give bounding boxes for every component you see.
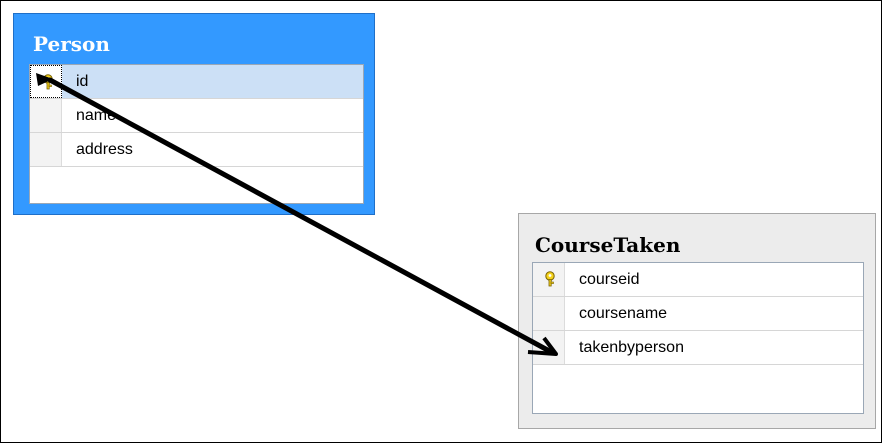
table-coursetaken[interactable]: CourseTaken courseid coursename takenbyp… [518, 213, 876, 429]
column-list: courseid coursename takenbyperson [532, 262, 864, 414]
row-selector[interactable] [30, 133, 62, 166]
row-selector[interactable] [533, 331, 565, 364]
column-name: coursename [579, 304, 668, 322]
column-row-id[interactable]: id [30, 65, 363, 99]
column-row-name[interactable]: name [30, 99, 363, 133]
column-name: takenbyperson [579, 338, 684, 356]
column-name: name [76, 106, 117, 124]
table-person[interactable]: Person id name address [13, 13, 375, 215]
column-name: id [76, 72, 89, 90]
table-title: CourseTaken [535, 233, 681, 257]
column-name: courseid [579, 270, 640, 288]
key-icon [545, 271, 555, 287]
key-icon [43, 74, 53, 90]
column-row-address[interactable]: address [30, 133, 363, 167]
column-row-courseid[interactable]: courseid [533, 263, 863, 297]
row-selector[interactable] [533, 297, 565, 330]
table-title: Person [33, 32, 110, 56]
column-row-takenbyperson[interactable]: takenbyperson [533, 331, 863, 365]
column-list: id name address [29, 64, 364, 204]
row-selector[interactable] [533, 263, 565, 296]
column-row-coursename[interactable]: coursename [533, 297, 863, 331]
row-selector[interactable] [30, 99, 62, 132]
row-selector[interactable] [30, 65, 62, 98]
column-name: address [76, 140, 133, 158]
